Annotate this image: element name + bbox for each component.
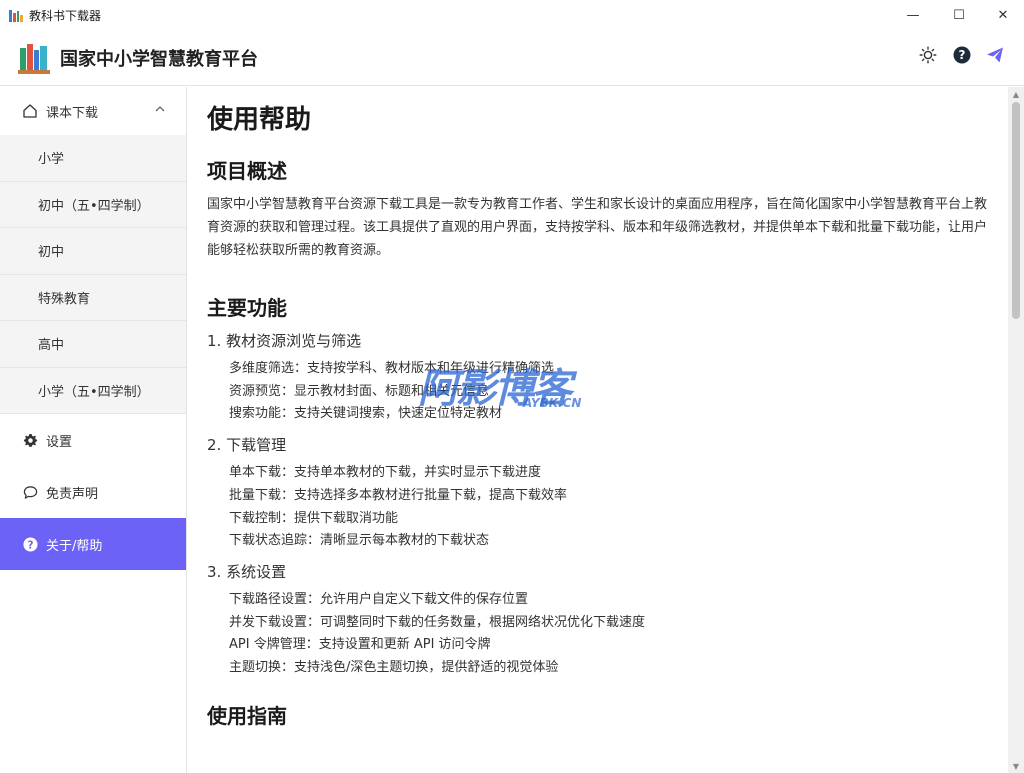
sidebar-item-about-help[interactable]: ? 关于/帮助 (0, 518, 186, 570)
minimize-button[interactable]: — (890, 0, 936, 30)
sidebar-item-label: 免责声明 (46, 486, 99, 502)
title-bar: 教科书下载器 (0, 0, 1024, 30)
sidebar-item-senior[interactable]: 高中 (0, 321, 186, 368)
sidebar-item-junior[interactable]: 初中 (0, 228, 186, 275)
help-circle-icon: ? (22, 536, 38, 552)
chat-bubble-icon (22, 484, 38, 500)
sidebar-item-primary-54[interactable]: 小学（五•四学制） (0, 367, 186, 414)
list-item: 主题切换：支持浅色/深色主题切换，提供舒适的视觉体验 (229, 660, 559, 676)
list-item: 下载路径设置：允许用户自定义下载文件的保存位置 (229, 591, 529, 607)
list-item: 并发下载设置：可调整同时下载的任务数量，根据网络状况优化下载速度 (229, 614, 646, 630)
section-heading-guide: 使用指南 (207, 703, 287, 728)
feature-heading-download: 2. 下载管理 (207, 436, 287, 455)
chevron-up-icon[interactable] (154, 103, 166, 119)
scrollbar-thumb[interactable] (1012, 102, 1020, 319)
maximize-button[interactable]: ☐ (936, 0, 982, 30)
sidebar-item-label: 特殊教育 (38, 291, 91, 307)
list-item: API 令牌管理：支持设置和更新 API 访问令牌 (229, 637, 491, 653)
section-heading-overview: 项目概述 (207, 159, 287, 183)
svg-text:?: ? (27, 539, 33, 551)
page-title: 使用帮助 (207, 105, 312, 135)
list-item: 单本下载：支持单本教材的下载，并实时显示下载进度 (229, 465, 542, 481)
overview-text: 国家中小学智慧教育平台资源下载工具是一款专为教育工作者、学生和家长设计的桌面应用… (207, 197, 988, 258)
help-circle-icon[interactable]: ? (951, 44, 973, 66)
sidebar-group-textbook-download[interactable]: 课本下载 (0, 87, 186, 135)
books-logo-icon (18, 42, 50, 74)
maximize-icon: ☐ (953, 7, 965, 23)
content-scrollbar[interactable]: ▲ ▼ (1008, 87, 1024, 773)
sidebar-item-settings[interactable]: 设置 (0, 414, 186, 466)
help-content: 使用帮助 项目概述 国家中小学智慧教育平台资源下载工具是一款专为教育工作者、学生… (188, 87, 1008, 773)
close-icon: ✕ (997, 7, 1009, 23)
feature-list-download: 单本下载：支持单本教材的下载，并实时显示下载进度 批量下载：支持选择多本教材进行… (207, 462, 988, 553)
scroll-down-icon[interactable]: ▼ (1008, 759, 1024, 773)
window-title: 教科书下载器 (29, 8, 102, 23)
minimize-icon: — (906, 7, 920, 23)
sidebar: 课本下载 小学 初中（五•四学制） 初中 特殊教育 高中 小学（五•四学制） 设… (0, 87, 187, 773)
section-heading-features: 主要功能 (207, 296, 287, 320)
gear-icon (22, 432, 38, 448)
sidebar-item-junior-54[interactable]: 初中（五•四学制） (0, 181, 186, 228)
sidebar-item-label: 小学 (38, 152, 65, 168)
feature-list-browse: 多维度筛选：支持按学科、教材版本和年级进行精确筛选 资源预览：显示教材封面、标题… (207, 358, 988, 426)
send-icon[interactable] (984, 44, 1006, 66)
sidebar-item-label: 初中（五•四学制） (38, 198, 150, 214)
theme-sun-icon[interactable] (917, 44, 939, 66)
app-header: 国家中小学智慧教育平台 (0, 30, 1024, 86)
sidebar-group-label: 课本下载 (46, 105, 99, 121)
app-books-icon (9, 8, 23, 22)
list-item: 资源预览：显示教材封面、标题和相关元信息 (229, 383, 490, 399)
brand-title: 国家中小学智慧教育平台 (60, 48, 258, 70)
sidebar-item-label: 设置 (46, 434, 73, 450)
sidebar-item-disclaimer[interactable]: 免责声明 (0, 466, 186, 518)
feature-heading-settings: 3. 系统设置 (207, 562, 287, 581)
list-item: 下载控制：提供下载取消功能 (229, 510, 399, 526)
list-item: 下载状态追踪：清晰显示每本教材的下载状态 (229, 533, 490, 549)
sidebar-item-primary[interactable]: 小学 (0, 135, 186, 182)
list-item: 多维度筛选：支持按学科、教材版本和年级进行精确筛选 (229, 361, 555, 376)
sidebar-item-label: 关于/帮助 (46, 538, 103, 554)
sidebar-item-label: 初中 (38, 245, 65, 261)
sidebar-item-special-education[interactable]: 特殊教育 (0, 274, 186, 321)
list-item: 搜索功能：支持关键词搜索，快速定位特定教材 (229, 406, 503, 422)
scroll-up-icon[interactable]: ▲ (1008, 87, 1024, 101)
close-button[interactable]: ✕ (980, 0, 1024, 30)
sidebar-item-label: 高中 (38, 338, 65, 354)
svg-text:?: ? (959, 48, 966, 62)
home-icon (22, 103, 38, 119)
feature-heading-browse: 1. 教材资源浏览与筛选 (207, 332, 362, 350)
list-item: 批量下载：支持选择多本教材进行批量下载，提高下载效率 (229, 487, 568, 503)
feature-list-settings: 下载路径设置：允许用户自定义下载文件的保存位置 并发下载设置：可调整同时下载的任… (207, 589, 988, 680)
sidebar-item-label: 小学（五•四学制） (38, 384, 150, 400)
